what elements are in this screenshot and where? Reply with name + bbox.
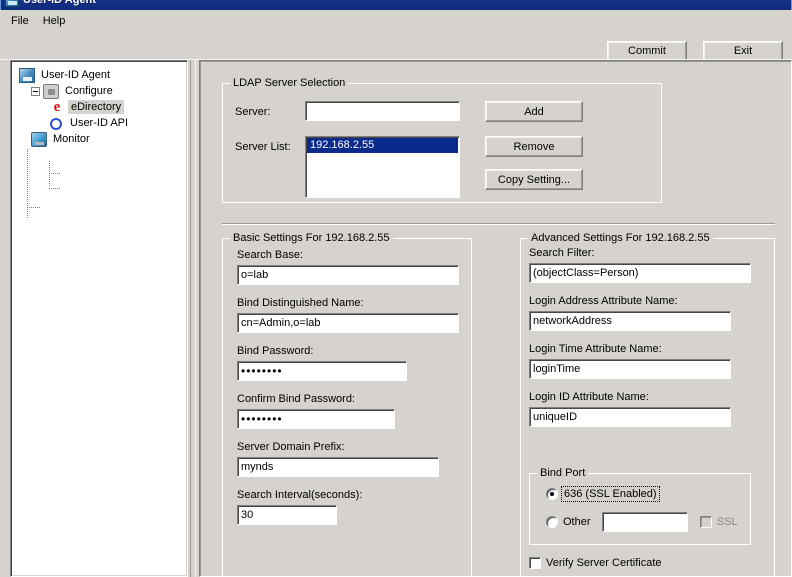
list-item[interactable]: 192.168.2.55 — [307, 138, 458, 153]
edirectory-settings-panel: LDAP Server Selection Server: Server Lis… — [199, 60, 792, 577]
bind-dn-label: Bind Distinguished Name: — [237, 297, 364, 309]
radio-636-ssl-enabled-label: 636 (SSL Enabled) — [561, 486, 660, 502]
section-separator — [222, 223, 775, 225]
other-port-input[interactable] — [602, 512, 688, 532]
search-interval-input[interactable]: 30 — [237, 505, 337, 525]
search-filter-input[interactable]: (objectClass=Person) — [529, 263, 751, 283]
menu-help[interactable]: Help — [36, 13, 73, 30]
server-input[interactable] — [305, 101, 460, 121]
login-id-attr-label: Login ID Attribute Name: — [529, 391, 649, 403]
group-title: Bind Port — [537, 467, 589, 479]
navigation-tree: User-ID Agent Configure e eDirectory Use… — [11, 61, 187, 219]
bind-port-other-radio-row[interactable]: Other — [546, 516, 591, 528]
server-domain-prefix-label: Server Domain Prefix: — [237, 441, 345, 453]
exit-button[interactable]: Exit — [703, 41, 783, 61]
server-list[interactable]: 192.168.2.55 — [305, 136, 460, 198]
panel-splitter[interactable] — [190, 60, 196, 577]
tree-connector-line — [49, 161, 50, 187]
server-domain-prefix-input[interactable]: mynds — [237, 457, 439, 477]
api-circle-icon — [50, 117, 62, 130]
search-filter-label: Search Filter: — [529, 247, 595, 259]
agent-icon — [19, 67, 35, 83]
menubar: File Help — [0, 12, 792, 30]
tree-item-user-id-api[interactable]: User-ID API — [19, 115, 187, 131]
verify-server-certificate-checkbox[interactable] — [529, 557, 541, 569]
tree-item-monitor[interactable]: Monitor — [19, 131, 187, 147]
collapse-minus-icon[interactable] — [31, 86, 40, 96]
radio-other[interactable] — [546, 516, 558, 528]
navigation-tree-panel[interactable]: User-ID Agent Configure e eDirectory Use… — [10, 60, 188, 577]
add-button[interactable]: Add — [485, 101, 583, 122]
ldap-server-selection-group: LDAP Server Selection Server: Server Lis… — [222, 77, 662, 203]
tree-connector-line — [49, 173, 61, 174]
tree-connector-line — [49, 188, 61, 189]
confirm-bind-password-label: Confirm Bind Password: — [237, 393, 355, 405]
tree-item-label: Configure — [65, 85, 113, 97]
bind-password-label: Bind Password: — [237, 345, 314, 357]
tree-item-configure[interactable]: Configure — [19, 83, 187, 99]
group-title: Basic Settings For 192.168.2.55 — [230, 232, 393, 244]
login-id-attr-input[interactable]: uniqueID — [529, 407, 731, 427]
advanced-settings-group: Advanced Settings For 192.168.2.55 Searc… — [520, 232, 775, 576]
search-base-label: Search Base: — [237, 249, 304, 261]
radio-636-ssl-enabled[interactable] — [546, 488, 558, 500]
monitor-icon — [31, 131, 47, 147]
tree-connector-line — [27, 149, 28, 219]
basic-settings-group: Basic Settings For 192.168.2.55 Search B… — [222, 232, 472, 576]
remove-button[interactable]: Remove — [485, 136, 583, 157]
bind-dn-input[interactable]: cn=Admin,o=lab — [237, 313, 459, 333]
login-address-attr-label: Login Address Attribute Name: — [529, 295, 678, 307]
login-address-attr-input[interactable]: networkAddress — [529, 311, 731, 331]
tree-item-label: User-ID API — [70, 117, 129, 129]
bind-port-group: Bind Port 636 (SSL Enabled) Other SSL — [529, 467, 751, 545]
edirectory-icon: e — [53, 98, 61, 115]
gear-icon — [43, 83, 59, 99]
window-title: User-ID Agent — [23, 0, 96, 6]
tree-connector-line — [27, 207, 41, 208]
tree-item-label: eDirectory — [68, 100, 125, 114]
verify-server-certificate-row[interactable]: Verify Server Certificate — [529, 557, 662, 569]
search-base-input[interactable]: o=lab — [237, 265, 459, 285]
ssl-checkbox-label: SSL — [717, 516, 738, 528]
ssl-checkbox — [700, 516, 712, 528]
group-title: LDAP Server Selection — [230, 77, 349, 89]
tree-item-user-id-agent[interactable]: User-ID Agent — [19, 67, 187, 83]
app-icon — [5, 0, 19, 7]
confirm-bind-password-input[interactable]: •••••••• — [237, 409, 395, 429]
group-title: Advanced Settings For 192.168.2.55 — [528, 232, 713, 244]
user-id-agent-window: User-ID Agent File Help Commit Exit User… — [0, 0, 792, 577]
login-time-attr-input[interactable]: loginTime — [529, 359, 731, 379]
menu-file[interactable]: File — [4, 13, 36, 30]
window-titlebar: User-ID Agent — [0, 0, 792, 10]
bind-port-ssl-radio-row[interactable]: 636 (SSL Enabled) — [546, 486, 660, 502]
tree-item-label: User-ID Agent — [41, 69, 111, 81]
tree-item-edirectory[interactable]: e eDirectory — [19, 99, 187, 115]
ssl-checkbox-row: SSL — [700, 516, 738, 528]
bind-password-input[interactable]: •••••••• — [237, 361, 407, 381]
verify-server-certificate-label: Verify Server Certificate — [546, 557, 662, 569]
search-interval-label: Search Interval(seconds): — [237, 489, 363, 501]
radio-other-label: Other — [563, 516, 591, 528]
login-time-attr-label: Login Time Attribute Name: — [529, 343, 662, 355]
server-list-label: Server List: — [235, 141, 291, 153]
commit-button[interactable]: Commit — [607, 41, 687, 61]
tree-item-label: Monitor — [53, 133, 90, 145]
copy-setting-button[interactable]: Copy Setting... — [485, 169, 583, 190]
server-label: Server: — [235, 106, 271, 118]
